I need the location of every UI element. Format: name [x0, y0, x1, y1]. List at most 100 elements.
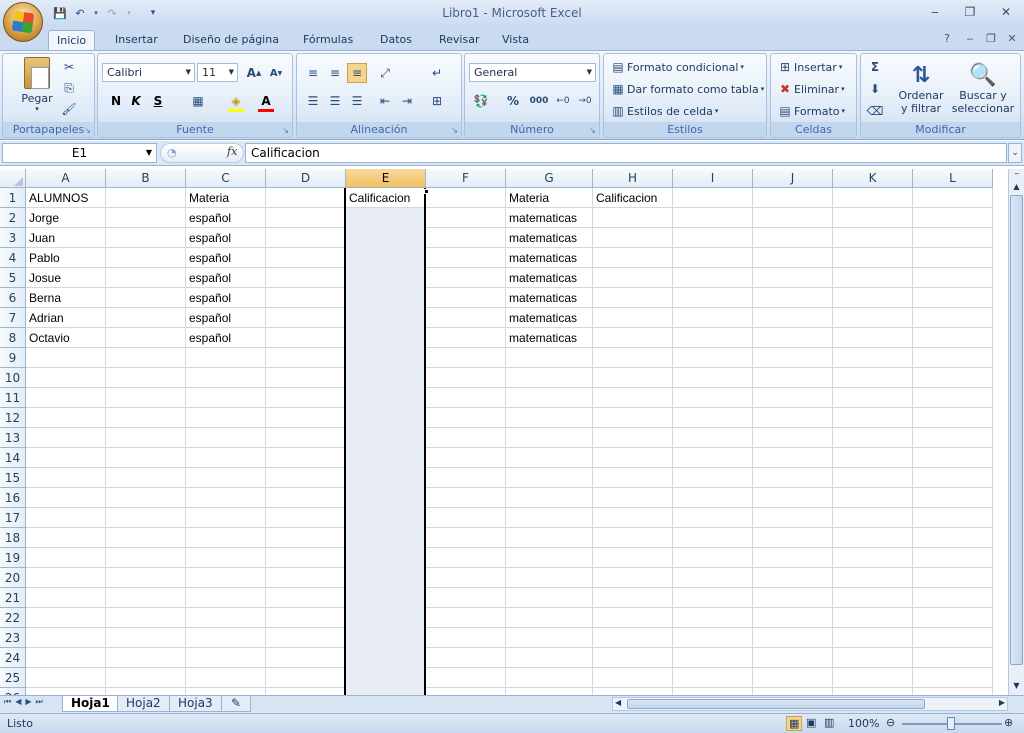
fill-color-icon[interactable]: ◈	[226, 91, 246, 111]
cell-a6[interactable]: Berna	[26, 288, 106, 308]
alineacion-launcher-icon[interactable]: ↘	[451, 126, 458, 135]
cut-icon[interactable]: ✂	[59, 57, 79, 77]
number-format-combo[interactable]: General ▼	[469, 63, 596, 82]
row-header-20[interactable]: 20	[0, 568, 26, 588]
row-header-17[interactable]: 17	[0, 508, 26, 528]
zoom-in-icon[interactable]: ⊕	[1004, 716, 1013, 729]
cell-c7[interactable]: español	[186, 308, 266, 328]
column-header-k[interactable]: K	[833, 169, 913, 188]
delete-cells-button[interactable]: ✖ Eliminar ▾	[775, 79, 846, 99]
zoom-slider-thumb[interactable]	[947, 717, 955, 730]
column-header-a[interactable]: A	[26, 169, 106, 188]
sheet-nav-icons[interactable]: ⏮◀▶⏭	[4, 697, 47, 707]
orientation-icon[interactable]: ⤢	[375, 63, 395, 83]
page-break-view-icon[interactable]: ▥	[824, 716, 834, 729]
row-header-23[interactable]: 23	[0, 628, 26, 648]
row-header-25[interactable]: 25	[0, 668, 26, 688]
cell-c2[interactable]: español	[186, 208, 266, 228]
fuente-launcher-icon[interactable]: ↘	[282, 126, 289, 135]
copy-icon[interactable]: ⎘	[59, 78, 79, 98]
page-layout-view-icon[interactable]: ▣	[806, 716, 816, 729]
cell-g6[interactable]: matematicas	[506, 288, 593, 308]
column-header-h[interactable]: H	[593, 169, 673, 188]
cell-c6[interactable]: español	[186, 288, 266, 308]
row-header-11[interactable]: 11	[0, 388, 26, 408]
merge-center-icon[interactable]: ⊞	[427, 91, 447, 111]
row-header-8[interactable]: 8	[0, 328, 26, 348]
row-header-19[interactable]: 19	[0, 548, 26, 568]
horizontal-scroll-thumb[interactable]	[627, 699, 925, 709]
tab-datos[interactable]: Datos	[372, 30, 420, 50]
format-cells-button[interactable]: ▤ Formato ▾	[775, 101, 846, 121]
help-icon[interactable]: ?	[939, 31, 955, 47]
column-header-c[interactable]: C	[186, 169, 266, 188]
align-middle-icon[interactable]: ≡	[325, 63, 345, 83]
insert-sheet-icon[interactable]: ✎	[221, 696, 251, 712]
align-left-icon[interactable]: ☰	[303, 91, 323, 111]
row-header-1[interactable]: 1	[0, 188, 26, 208]
portapapeles-launcher-icon[interactable]: ↘	[84, 126, 91, 135]
clear-icon[interactable]: ⌫	[865, 101, 885, 121]
wrap-text-icon[interactable]: ↵	[427, 63, 447, 83]
column-header-g[interactable]: G	[506, 169, 593, 188]
insert-function-button[interactable]: fx	[227, 145, 237, 158]
spreadsheet-grid[interactable]: A B C D E F G H I J K L 1 2 3 4 5 6 7 8 9 10 11 12 13 14 15 16 17 18 1…	[0, 169, 1008, 695]
cell-a3[interactable]: Juan	[26, 228, 106, 248]
bold-button[interactable]: N	[106, 91, 126, 111]
cell-a1[interactable]: ALUMNOS	[26, 188, 106, 208]
sheet-tab-hoja2[interactable]: Hoja2	[117, 696, 170, 712]
office-button[interactable]	[3, 2, 43, 42]
cell-a8[interactable]: Octavio	[26, 328, 106, 348]
sort-filter-button[interactable]: ⇅ Ordenar y filtrar	[895, 57, 947, 121]
scroll-left-icon[interactable]: ◀	[615, 698, 621, 707]
row-header-6[interactable]: 6	[0, 288, 26, 308]
tab-formulas[interactable]: Fórmulas	[295, 30, 361, 50]
tab-insertar[interactable]: Insertar	[107, 30, 166, 50]
scroll-down-icon[interactable]: ▼	[1010, 679, 1023, 692]
italic-button[interactable]: K	[126, 91, 146, 111]
cell-c8[interactable]: español	[186, 328, 266, 348]
restore-icon[interactable]: ❐	[957, 4, 983, 20]
tab-revisar[interactable]: Revisar	[431, 30, 487, 50]
align-bottom-icon[interactable]: ≡	[347, 63, 367, 83]
workbook-close-icon[interactable]: ✕	[1004, 31, 1020, 47]
scroll-up-icon[interactable]: ▲	[1010, 180, 1023, 193]
cell-c1[interactable]: Materia	[186, 188, 266, 208]
column-header-f[interactable]: F	[426, 169, 506, 188]
cell-g4[interactable]: matematicas	[506, 248, 593, 268]
cell-c5[interactable]: español	[186, 268, 266, 288]
fill-handle[interactable]	[424, 189, 429, 194]
row-header-21[interactable]: 21	[0, 588, 26, 608]
cell-g1[interactable]: Materia	[506, 188, 593, 208]
name-box[interactable]: E1 ▼	[2, 143, 157, 163]
cell-a7[interactable]: Adrian	[26, 308, 106, 328]
close-icon[interactable]: ✕	[993, 4, 1019, 20]
font-size-combo[interactable]: 11 ▼	[197, 63, 238, 82]
tab-vista[interactable]: Vista	[494, 30, 537, 50]
cell-c3[interactable]: español	[186, 228, 266, 248]
row-header-12[interactable]: 12	[0, 408, 26, 428]
currency-icon[interactable]: 💱	[471, 91, 491, 111]
tab-diseno-de-pagina[interactable]: Diseño de página	[175, 30, 287, 50]
row-header-22[interactable]: 22	[0, 608, 26, 628]
zoom-out-icon[interactable]: ⊖	[886, 716, 895, 729]
row-header-5[interactable]: 5	[0, 268, 26, 288]
format-painter-icon[interactable]: 🖌	[59, 99, 79, 119]
font-name-combo[interactable]: Calibri ▼	[102, 63, 195, 82]
tab-inicio[interactable]: Inicio	[48, 30, 96, 50]
cell-c4[interactable]: español	[186, 248, 266, 268]
column-header-d[interactable]: D	[266, 169, 346, 188]
expand-formula-bar-icon[interactable]: ⌄	[1008, 143, 1022, 163]
thousands-button[interactable]: 000	[527, 91, 551, 111]
paste-button[interactable]: Pegar ▾	[14, 56, 60, 114]
align-top-icon[interactable]: ≡	[303, 63, 323, 83]
decrease-indent-icon[interactable]: ⇤	[375, 91, 395, 111]
cell-g7[interactable]: matematicas	[506, 308, 593, 328]
row-header-4[interactable]: 4	[0, 248, 26, 268]
increase-indent-icon[interactable]: ⇥	[397, 91, 417, 111]
column-header-i[interactable]: I	[673, 169, 753, 188]
select-all-corner[interactable]	[0, 169, 26, 188]
column-header-b[interactable]: B	[106, 169, 186, 188]
numero-launcher-icon[interactable]: ↘	[589, 126, 596, 135]
row-header-15[interactable]: 15	[0, 468, 26, 488]
